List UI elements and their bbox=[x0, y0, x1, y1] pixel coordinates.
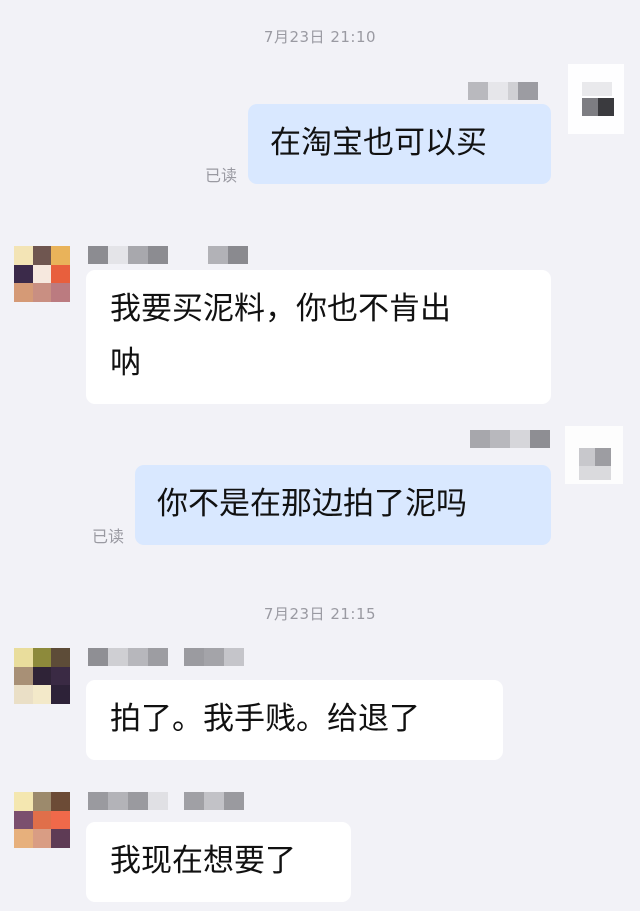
outgoing-message-bubble[interactable]: 在淘宝也可以买 bbox=[248, 104, 551, 184]
timestamp: 7月23日 21:15 bbox=[263, 605, 377, 623]
avatar bbox=[565, 426, 623, 484]
read-receipt: 已读 bbox=[92, 527, 125, 546]
avatar[interactable] bbox=[14, 648, 70, 704]
avatar[interactable] bbox=[14, 246, 70, 302]
sender-name-mosaic bbox=[470, 430, 550, 448]
read-receipt: 已读 bbox=[205, 166, 238, 185]
sender-name-mosaic bbox=[88, 246, 248, 264]
message-line: 呐 bbox=[110, 345, 141, 381]
incoming-message-bubble[interactable]: 我现在想要了 bbox=[86, 822, 351, 902]
outgoing-message-bubble[interactable]: 你不是在那边拍了泥吗 bbox=[135, 465, 551, 545]
avatar[interactable] bbox=[14, 792, 70, 848]
sender-name-mosaic bbox=[88, 648, 244, 666]
incoming-message-bubble[interactable]: 拍了。我手贱。给退了 bbox=[86, 680, 503, 760]
incoming-message-bubble[interactable]: 我要买泥料，你也不肯出 呐 bbox=[86, 270, 551, 404]
timestamp: 7月23日 21:10 bbox=[263, 28, 377, 46]
avatar bbox=[568, 64, 624, 134]
message-line: 我要买泥料，你也不肯出 bbox=[110, 291, 451, 327]
sender-name-mosaic bbox=[468, 82, 538, 100]
sender-name-mosaic bbox=[88, 792, 244, 810]
